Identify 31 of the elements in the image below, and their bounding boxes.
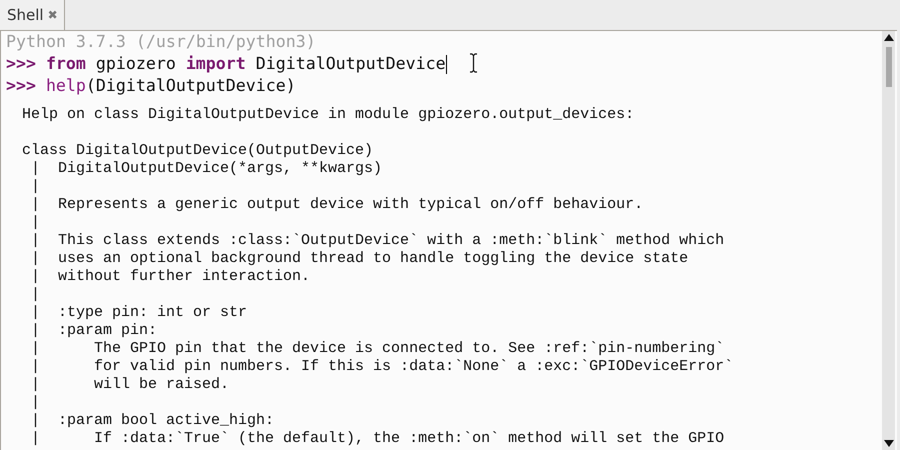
prompt-marker: >>> [6,75,36,97]
text-cursor-icon [469,53,478,73]
vertical-scrollbar[interactable] [882,31,895,450]
help-text-line: | If :data:`True` (the default), the :meth:`on` method will set the GPIO [30,430,724,447]
close-icon[interactable]: ✖ [48,8,58,22]
help-text-line: | The GPIO pin that the device is connected to. See :ref:`pin-numbering` [30,340,724,357]
prompt-marker: >>> [6,53,36,75]
help-text-line: | for valid pin numbers. If this is :data:`None` a :exc:`GPIODeviceError` [30,358,734,375]
scrollbar-thumb[interactable] [886,47,892,87]
help-text-line: | will be raised. [30,376,230,393]
version-text: Python 3.7.3 (/usr/bin/python3) [6,31,317,53]
shell-tab[interactable]: Shell ✖ [0,0,65,30]
help-text-line: | :param pin: [30,322,158,339]
command-line: from gpiozero import DigitalOutputDevice [46,53,446,75]
help-text-line: | DigitalOutputDevice(*args, **kwargs) [30,160,382,177]
help-text-line: | This class extends :class:`OutputDevice` with a :meth:`blink` method which [30,232,724,249]
scroll-down-arrow-icon[interactable] [884,440,894,447]
text-caret [446,54,448,74]
scroll-up-arrow-icon[interactable] [884,34,894,41]
help-text-line: | Represents a generic output device with typical on/off behaviour. [30,196,644,213]
help-text-line: | :param bool active_high: [30,412,274,429]
help-text-line: | [30,214,40,231]
help-text-line: | :type pin: int or str [30,304,248,321]
help-text-line: | [30,394,40,411]
help-text-line: class DigitalOutputDevice(OutputDevice) [22,142,374,159]
help-text-line: Help on class DigitalOutputDevice in module gpiozero.output_devices: [22,106,634,123]
help-text-line: | uses an optional background thread to handle toggling the device state [30,250,688,267]
help-text-line: | without further interaction. [30,268,310,285]
command-line: help(DigitalOutputDevice) [46,75,296,97]
help-text-line: | [30,286,40,303]
help-text-line: | [30,178,40,195]
